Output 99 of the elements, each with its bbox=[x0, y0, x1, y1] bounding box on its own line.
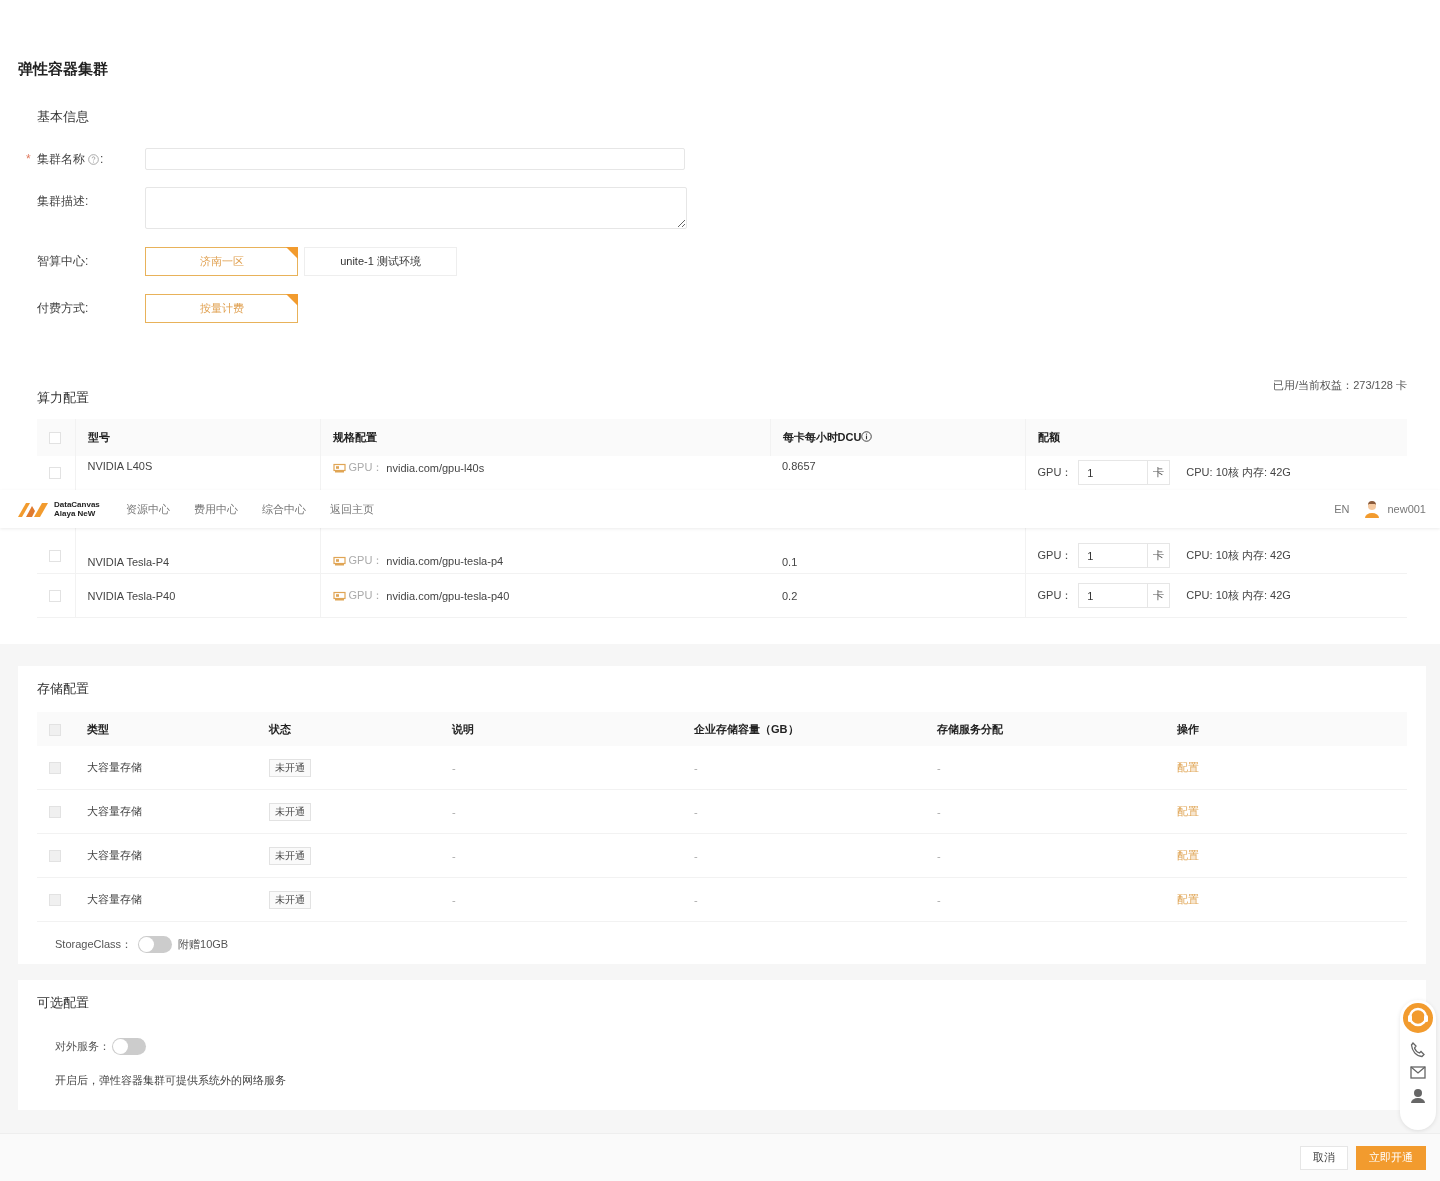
number-field[interactable]: 1 卡 bbox=[1078, 583, 1171, 608]
cancel-button[interactable]: 取消 bbox=[1300, 1145, 1348, 1170]
quota-label: GPU： bbox=[1037, 548, 1073, 563]
table-cell: - bbox=[452, 761, 456, 774]
nav-link[interactable]: 综合中心 bbox=[261, 501, 306, 517]
column-header: 操作 bbox=[1177, 722, 1199, 735]
toggle-switch[interactable] bbox=[138, 935, 173, 953]
table-cell: - bbox=[694, 761, 698, 774]
resource-text: CPU: 10核 内存: 42G bbox=[1186, 548, 1291, 563]
checkbox[interactable] bbox=[49, 590, 61, 603]
spec-label: GPU： bbox=[348, 553, 384, 568]
resource-text: CPU: 10核 内存: 42G bbox=[1186, 588, 1291, 603]
table-cell: - bbox=[452, 849, 456, 862]
column-header: 说明 bbox=[452, 722, 474, 735]
table-cell: 大容量存储 bbox=[87, 761, 142, 773]
nav-link[interactable]: 资源中心 bbox=[125, 501, 170, 517]
column-header: 每卡每小时DCU bbox=[782, 431, 862, 443]
table-cell: 大容量存储 bbox=[87, 893, 142, 905]
support-icon[interactable] bbox=[1402, 1002, 1434, 1034]
section-title: 可选配置 bbox=[37, 994, 90, 1012]
mail-icon[interactable] bbox=[1410, 1066, 1426, 1079]
table-cell: NVIDIA L40S bbox=[87, 460, 153, 472]
corner-triangle-icon bbox=[286, 247, 298, 259]
field-label: 付费方式: bbox=[37, 300, 89, 317]
option-button[interactable]: unite-1 测试环境 bbox=[304, 247, 457, 276]
section-title: 存储配置 bbox=[37, 680, 90, 698]
column-header: 存储服务分配 bbox=[937, 722, 1003, 735]
table-cell: nvidia.com/gpu-tesla-p4 bbox=[386, 554, 504, 567]
column-header: 状态 bbox=[269, 722, 291, 735]
agent-icon[interactable] bbox=[1410, 1087, 1426, 1103]
table-cell: - bbox=[452, 893, 456, 906]
avatar-icon[interactable] bbox=[1363, 500, 1382, 518]
textarea-field[interactable] bbox=[145, 187, 687, 229]
field-label: 集群描述: bbox=[37, 193, 89, 210]
checkbox[interactable] bbox=[49, 432, 61, 445]
help-icon[interactable] bbox=[88, 153, 99, 165]
table-cell: nvidia.com/gpu-l40s bbox=[386, 461, 485, 474]
language-button[interactable]: EN bbox=[1334, 503, 1350, 515]
info-icon[interactable] bbox=[861, 431, 873, 442]
toggle-switch[interactable] bbox=[112, 1038, 146, 1055]
gpu-card-icon bbox=[332, 462, 346, 473]
table-cell: NVIDIA Tesla-P4 bbox=[87, 556, 170, 568]
column-header: 型号 bbox=[87, 431, 110, 443]
spec-label: GPU： bbox=[348, 588, 384, 603]
toggle-label: StorageClass： bbox=[55, 936, 133, 952]
status-tag: 未开通 bbox=[269, 758, 311, 777]
table-cell: - bbox=[694, 805, 698, 818]
resource-text: CPU: 10核 内存: 42G bbox=[1186, 465, 1291, 480]
table-cell: 0.1 bbox=[782, 556, 798, 568]
page-title: 弹性容器集群 bbox=[18, 60, 109, 79]
checkbox[interactable] bbox=[49, 467, 61, 480]
section-title: 算力配置 bbox=[37, 389, 89, 407]
gpu-card-icon bbox=[332, 590, 346, 601]
spec-label: GPU： bbox=[348, 460, 384, 475]
table-cell: 0.2 bbox=[782, 589, 798, 602]
table-cell: 大容量存储 bbox=[87, 805, 142, 817]
checkbox[interactable] bbox=[49, 550, 61, 562]
table-cell: - bbox=[937, 805, 941, 818]
required-mark: * bbox=[26, 152, 31, 166]
column-header: 规格配置 bbox=[332, 431, 377, 443]
column-header: 配额 bbox=[1037, 431, 1060, 443]
field-label: 集群名称 bbox=[37, 150, 85, 168]
column-header: 类型 bbox=[87, 722, 109, 735]
quota-label: GPU： bbox=[1037, 588, 1073, 603]
toggle-label: 对外服务： bbox=[55, 1039, 110, 1054]
number-field[interactable]: 1 卡 bbox=[1078, 543, 1171, 568]
table-cell: - bbox=[937, 761, 941, 774]
field-label: 智算中心: bbox=[37, 253, 89, 270]
toggle-note: 附赠10GB bbox=[178, 936, 229, 952]
table-cell: - bbox=[694, 893, 698, 906]
number-field[interactable]: 1 卡 bbox=[1078, 460, 1171, 485]
table-cell: NVIDIA Tesla-P40 bbox=[87, 589, 176, 602]
section-title: 基本信息 bbox=[37, 108, 90, 126]
column-header: 企业存储容量（GB） bbox=[694, 722, 799, 735]
logo-text: DataCanvas bbox=[54, 500, 100, 509]
corner-triangle-icon bbox=[286, 294, 298, 306]
quota-summary: 已用/当前权益：273/128 卡 bbox=[1273, 377, 1407, 393]
phone-icon[interactable] bbox=[1410, 1042, 1426, 1058]
status-tag: 未开通 bbox=[269, 890, 311, 909]
table-cell: 大容量存储 bbox=[87, 849, 142, 861]
table-cell: 0.8657 bbox=[782, 460, 816, 472]
table-cell: - bbox=[937, 849, 941, 862]
table-cell: nvidia.com/gpu-tesla-p40 bbox=[386, 589, 510, 602]
nav-link[interactable]: 返回主页 bbox=[329, 501, 374, 517]
quota-label: GPU： bbox=[1037, 465, 1073, 480]
table-cell: - bbox=[937, 893, 941, 906]
checkbox[interactable] bbox=[49, 723, 61, 736]
logo-icon bbox=[18, 501, 50, 517]
description-text: 开启后，弹性容器集群可提供系统外的网络服务 bbox=[55, 1073, 287, 1088]
logo-text: Alaya NeW bbox=[54, 509, 97, 518]
nav-link[interactable]: 费用中心 bbox=[193, 501, 238, 517]
table-cell: - bbox=[694, 849, 698, 862]
status-tag: 未开通 bbox=[269, 846, 311, 865]
table-cell: - bbox=[452, 805, 456, 818]
status-tag: 未开通 bbox=[269, 802, 311, 821]
gpu-card-icon bbox=[332, 555, 346, 566]
label-colon: : bbox=[100, 152, 104, 166]
input-field[interactable] bbox=[145, 148, 685, 170]
user-name[interactable]: new001 bbox=[1387, 503, 1426, 515]
